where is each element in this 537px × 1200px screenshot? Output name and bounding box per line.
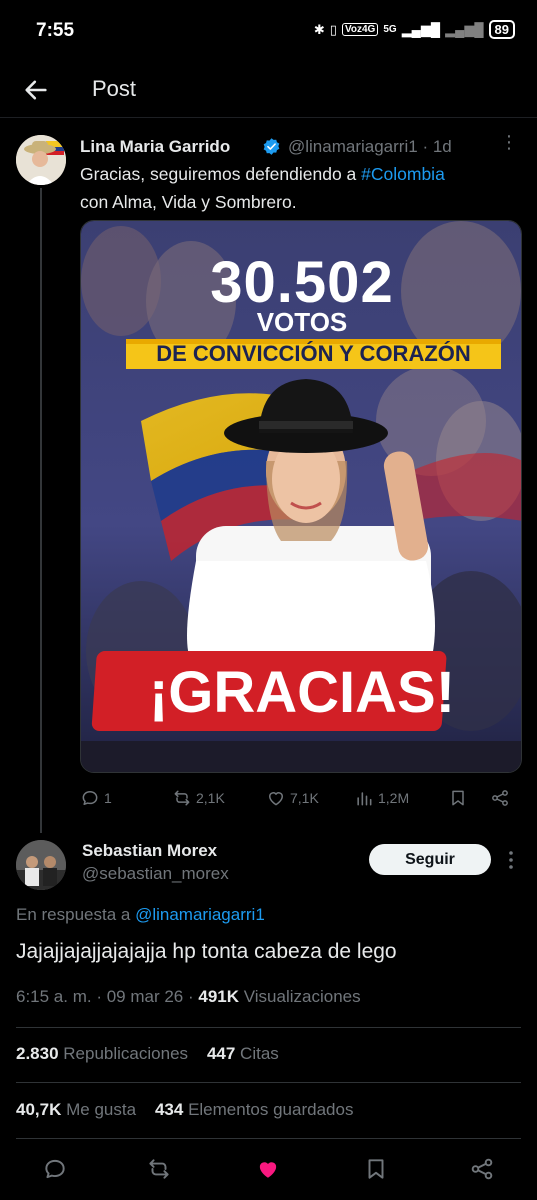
reply-author-handle[interactable]: @sebastian_morex xyxy=(82,864,229,884)
bookmarks-stat[interactable]: 434 Elementos guardados xyxy=(155,1100,354,1119)
repost-icon[interactable] xyxy=(146,1156,172,1182)
parent-tweet-actions: 1 2,1K 7,1K 1,2M xyxy=(80,786,520,814)
tweet-date[interactable]: 09 mar 26 xyxy=(107,987,184,1006)
tweet-time[interactable]: 6:15 a. m. xyxy=(16,987,92,1006)
network-type: 5G xyxy=(383,24,397,35)
share-icon[interactable] xyxy=(469,1156,495,1182)
likes-stat[interactable]: 40,7K Me gusta xyxy=(16,1100,136,1119)
status-bar: 7:55 ✱ ▯ Voz4G 5G ▂▄▆█ ▂▄▆█ 89 xyxy=(0,0,537,62)
back-arrow-icon[interactable] xyxy=(22,76,50,104)
media-votes: VOTOS xyxy=(256,307,348,337)
more-options-icon[interactable] xyxy=(507,850,515,870)
reply-action-bar xyxy=(0,1148,537,1188)
reply-author-avatar[interactable] xyxy=(16,840,66,890)
like-icon xyxy=(269,792,283,806)
replying-to: En respuesta a @linamariagarri1 xyxy=(16,905,265,924)
top-app-bar: Post xyxy=(0,62,537,118)
page-title: Post xyxy=(92,76,137,101)
tweet-metadata: 6:15 a. m. · 09 mar 26 · 491K Visualizac… xyxy=(16,987,361,1006)
verified-badge-icon xyxy=(263,138,280,155)
media-footer: ¡GRACIAS! xyxy=(148,660,456,725)
parent-author-avatar[interactable] xyxy=(16,135,66,185)
signal-icon: ▂▄▆█ xyxy=(401,21,441,37)
bookmark-icon xyxy=(452,790,464,806)
parent-author-name[interactable]: Lina Maria Garrido xyxy=(80,137,230,157)
views-icon xyxy=(357,792,372,806)
like-bookmark-stats: 40,7K Me gusta 434 Elementos guardados xyxy=(16,1100,353,1120)
tweet-image[interactable]: 30.502 VOTOS DE CONVICCIÓN Y CORAZÓN ¡GR… xyxy=(80,220,522,773)
media-number: 30.502 xyxy=(210,250,394,315)
follow-button[interactable]: Seguir xyxy=(369,844,491,875)
repost-quote-stats: 2.830 Republicaciones 447 Citas xyxy=(16,1044,279,1064)
reply-tweet-text: Jajajjajajjajajajja hp tonta cabeza de l… xyxy=(16,940,397,963)
status-time: 7:55 xyxy=(36,20,75,41)
divider xyxy=(16,1082,521,1083)
reply-action[interactable]: 1 xyxy=(80,788,112,808)
bookmark-icon[interactable] xyxy=(363,1156,389,1182)
bluetooth-icon: ✱ xyxy=(313,21,325,37)
signal-icon-2: ▂▄▆█ xyxy=(445,21,484,37)
reply-icon xyxy=(82,791,98,805)
reply-to-link[interactable]: @linamariagarri1 xyxy=(135,905,265,924)
like-action[interactable]: 7,1K xyxy=(266,788,319,808)
hashtag-link[interactable]: #Colombia xyxy=(361,164,445,184)
vibrate-icon: ▯ xyxy=(329,21,337,37)
reposts-stat[interactable]: 2.830 Republicaciones xyxy=(16,1044,188,1063)
status-icons: ✱ ▯ Voz4G 5G ▂▄▆█ ▂▄▆█ 89 xyxy=(314,20,515,39)
battery-level: 89 xyxy=(488,20,515,39)
network-label: Voz4G xyxy=(341,23,379,36)
share-action[interactable] xyxy=(490,788,510,808)
thread-line xyxy=(40,188,42,833)
divider xyxy=(16,1027,521,1028)
views-label: Visualizaciones xyxy=(243,987,361,1006)
parent-author-handle[interactable]: @linamariagarri1 · 1d xyxy=(288,137,452,157)
repost-icon xyxy=(174,790,190,806)
reply-icon[interactable] xyxy=(42,1156,68,1182)
quotes-stat[interactable]: 447 Citas xyxy=(207,1044,279,1063)
share-icon xyxy=(492,790,508,806)
divider xyxy=(16,1138,521,1139)
views-action[interactable]: 1,2M xyxy=(354,788,409,808)
parent-tweet-text: Gracias, seguiremos defendiendo a #Colom… xyxy=(80,164,445,212)
media-banner: DE CONVICCIÓN Y CORAZÓN xyxy=(156,341,471,366)
more-options-icon[interactable]: ⋮ xyxy=(500,132,519,153)
repost-action[interactable]: 2,1K xyxy=(172,788,225,808)
reply-author-name[interactable]: Sebastian Morex xyxy=(82,841,217,861)
views-count: 491K xyxy=(198,987,240,1006)
bookmark-action[interactable] xyxy=(448,788,468,808)
like-icon-active[interactable] xyxy=(255,1156,281,1182)
